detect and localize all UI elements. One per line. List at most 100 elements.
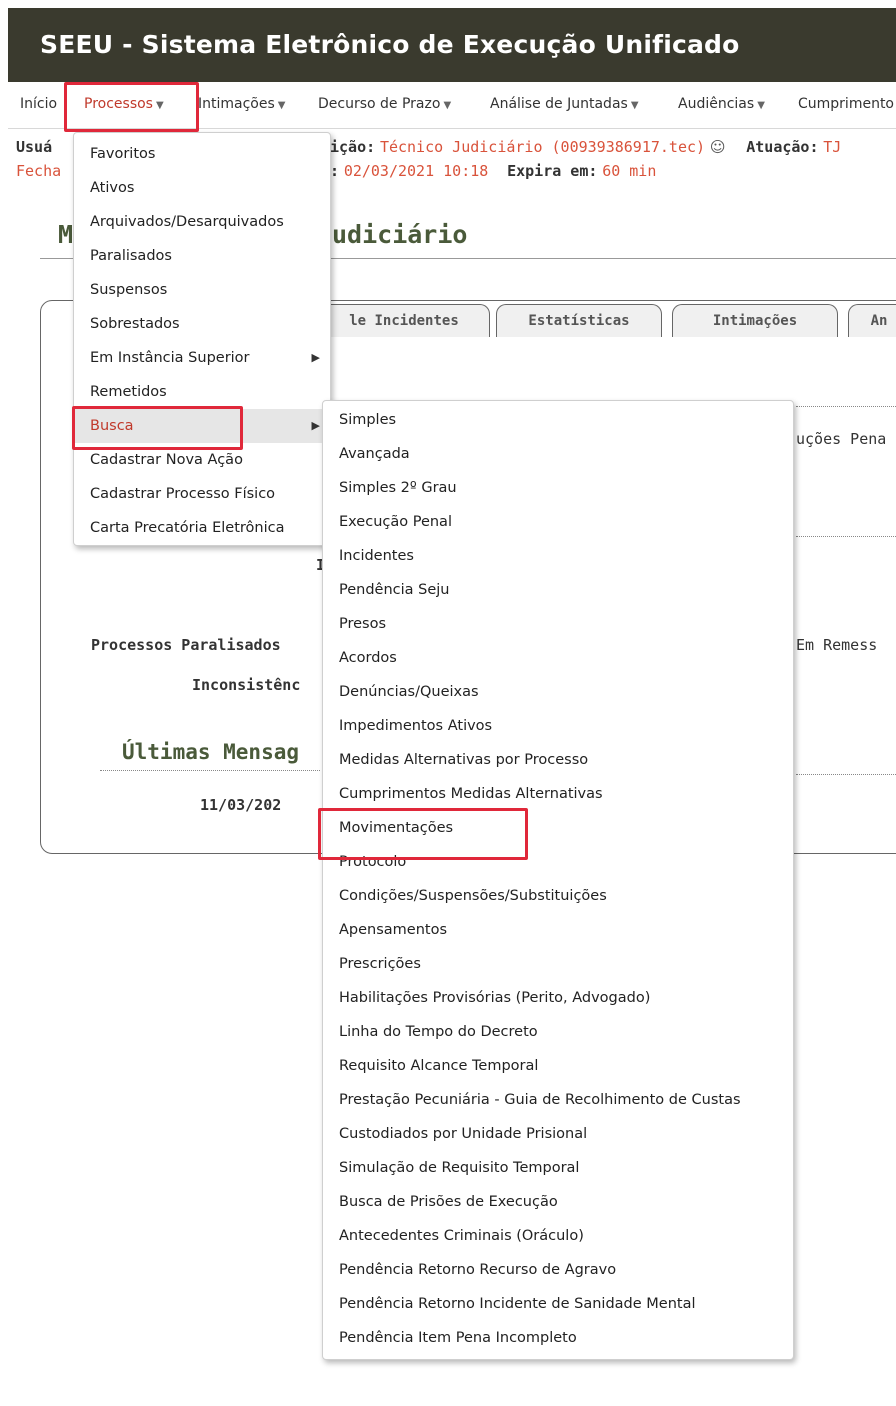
menu-item-cadastrar-nova-acao[interactable]: Cadastrar Nova Ação	[74, 443, 330, 477]
busca-submenu: Simples Avançada Simples 2º Grau Execuçã…	[322, 400, 794, 1360]
submenu-item-label: Cumprimentos Medidas Alternativas	[339, 786, 603, 802]
tab-estatisticas[interactable]: Estatísticas	[496, 304, 662, 337]
divider	[796, 774, 896, 775]
submenu-item-pendencia-agravo[interactable]: Pendência Retorno Recurso de Agravo	[323, 1253, 793, 1287]
divider	[100, 770, 320, 771]
submenu-item-label: Pendência Retorno Incidente de Sanidade …	[339, 1296, 696, 1312]
submenu-item-cumprimentos-medidas[interactable]: Cumprimentos Medidas Alternativas	[323, 777, 793, 811]
menu-item-sobrestados[interactable]: Sobrestados	[74, 307, 330, 341]
divider	[796, 406, 896, 407]
submenu-item-pendencia-seju[interactable]: Pendência Seju	[323, 573, 793, 607]
caret-down-icon: ▼	[443, 100, 452, 111]
menu-item-favoritos[interactable]: Favoritos	[74, 137, 330, 171]
tab-more[interactable]: An	[848, 304, 896, 337]
submenu-item-denuncias[interactable]: Denúncias/Queixas	[323, 675, 793, 709]
nav-inicio[interactable]: Início	[20, 96, 57, 112]
menu-item-label: Carta Precatória Eletrônica	[90, 520, 285, 536]
submenu-item-label: Execução Penal	[339, 514, 452, 530]
submenu-item-apensamentos[interactable]: Apensamentos	[323, 913, 793, 947]
execucoes-label[interactable]: uções Pena	[796, 430, 886, 448]
nav-audiencias[interactable]: Audiências ▼	[678, 96, 765, 112]
ultimas-mensagens-heading: Últimas Mensag	[122, 740, 300, 764]
submenu-item-label: Habilitações Provisórias (Perito, Advoga…	[339, 990, 651, 1006]
role-row: ição: Técnico Judiciário (00939386917.te…	[330, 138, 841, 156]
submenu-item-avancada[interactable]: Avançada	[323, 437, 793, 471]
submenu-item-acordos[interactable]: Acordos	[323, 641, 793, 675]
menu-item-label: Arquivados/Desarquivados	[90, 214, 284, 230]
menu-item-carta-precatoria[interactable]: Carta Precatória Eletrônica	[74, 511, 330, 545]
menu-item-label: Suspensos	[90, 282, 168, 298]
submenu-item-label: Movimentações	[339, 820, 454, 836]
submenu-item-label: Condições/Suspensões/Substituições	[339, 888, 607, 904]
submenu-item-label: Pendência Retorno Recurso de Agravo	[339, 1262, 617, 1278]
submenu-item-pendencia-sanidade[interactable]: Pendência Retorno Incidente de Sanidade …	[323, 1287, 793, 1321]
menu-item-suspensos[interactable]: Suspensos	[74, 273, 330, 307]
menu-item-label: Favoritos	[90, 146, 156, 162]
user-info-row: Usuá	[16, 138, 52, 156]
menu-item-busca[interactable]: Busca ▶	[74, 409, 330, 443]
users-icon[interactable]: ☺	[710, 138, 726, 156]
submenu-item-simulacao-requisito[interactable]: Simulação de Requisito Temporal	[323, 1151, 793, 1185]
submenu-item-pendencia-item-pena[interactable]: Pendência Item Pena Incompleto	[323, 1321, 793, 1355]
inconsistencias-label[interactable]: Inconsistênc	[192, 676, 300, 694]
nav-intimacoes[interactable]: Intimações ▼	[198, 96, 285, 112]
nav-label: Decurso de Prazo	[318, 96, 441, 112]
submenu-item-label: Presos	[339, 616, 387, 632]
menu-item-arquivados[interactable]: Arquivados/Desarquivados	[74, 205, 330, 239]
tab-intimacoes[interactable]: Intimações	[672, 304, 838, 337]
menu-item-instancia-superior[interactable]: Em Instância Superior ▶	[74, 341, 330, 375]
close-session-link[interactable]: Fecha	[16, 162, 61, 180]
submenu-item-condicoes[interactable]: Condições/Suspensões/Substituições	[323, 879, 793, 913]
menu-item-label: Cadastrar Processo Físico	[90, 486, 276, 502]
submenu-item-medidas-alternativas[interactable]: Medidas Alternativas por Processo	[323, 743, 793, 777]
submenu-item-label: Pendência Item Pena Incompleto	[339, 1330, 577, 1346]
submenu-item-label: Busca de Prisões de Execução	[339, 1194, 558, 1210]
em-remessa-label[interactable]: Em Remess	[796, 636, 877, 654]
submenu-item-impedimentos[interactable]: Impedimentos Ativos	[323, 709, 793, 743]
tab-label: Intimações	[712, 313, 798, 329]
submenu-item-label: Pendência Seju	[339, 582, 450, 598]
menu-item-label: Ativos	[90, 180, 135, 196]
submenu-item-label: Denúncias/Queixas	[339, 684, 479, 700]
submenu-item-movimentacoes[interactable]: Movimentações	[323, 811, 793, 845]
submenu-item-antecedentes[interactable]: Antecedentes Criminais (Oráculo)	[323, 1219, 793, 1253]
submenu-item-presos[interactable]: Presos	[323, 607, 793, 641]
submenu-item-label: Protocolo	[339, 854, 407, 870]
nav-label: Início	[20, 96, 58, 112]
caret-down-icon: ▼	[277, 100, 286, 111]
menu-item-paralisados[interactable]: Paralisados	[74, 239, 330, 273]
submenu-item-simples[interactable]: Simples	[323, 403, 793, 437]
submenu-item-simples-2-grau[interactable]: Simples 2º Grau	[323, 471, 793, 505]
submenu-item-incidentes[interactable]: Incidentes	[323, 539, 793, 573]
top-strip	[0, 0, 896, 8]
submenu-item-label: Avançada	[339, 446, 410, 462]
submenu-item-busca-prisoes[interactable]: Busca de Prisões de Execução	[323, 1185, 793, 1219]
expires-value: 60 min	[602, 162, 657, 180]
submenu-item-requisito-alcance[interactable]: Requisito Alcance Temporal	[323, 1049, 793, 1083]
message-date: 11/03/202	[200, 796, 282, 814]
processos-paralisados-label[interactable]: Processos Paralisados	[91, 636, 281, 654]
submenu-item-habilitacoes[interactable]: Habilitações Provisórias (Perito, Advoga…	[323, 981, 793, 1015]
submenu-item-execucao-penal[interactable]: Execução Penal	[323, 505, 793, 539]
nav-analise-juntadas[interactable]: Análise de Juntadas ▼	[490, 96, 639, 112]
tab-incidentes[interactable]: le Incidentes	[318, 304, 490, 337]
submenu-item-custodiados[interactable]: Custodiados por Unidade Prisional	[323, 1117, 793, 1151]
submenu-item-label: Linha do Tempo do Decreto	[339, 1024, 538, 1040]
menu-item-cadastrar-processo-fisico[interactable]: Cadastrar Processo Físico	[74, 477, 330, 511]
menu-item-remetidos[interactable]: Remetidos	[74, 375, 330, 409]
submenu-item-label: Prescrições	[339, 956, 421, 972]
nav-decurso-prazo[interactable]: Decurso de Prazo ▼	[318, 96, 451, 112]
submenu-item-linha-tempo-decreto[interactable]: Linha do Tempo do Decreto	[323, 1015, 793, 1049]
tab-label: An	[870, 313, 888, 329]
tab-label: Estatísticas	[528, 313, 630, 329]
submenu-item-prescricoes[interactable]: Prescrições	[323, 947, 793, 981]
submenu-item-label: Simulação de Requisito Temporal	[339, 1160, 580, 1176]
menu-item-ativos[interactable]: Ativos	[74, 171, 330, 205]
role-value[interactable]: Técnico Judiciário (00939386917.tec)	[380, 138, 705, 156]
nav-label: Intimações	[198, 96, 275, 112]
nav-cumprimento[interactable]: Cumprimento	[798, 96, 894, 112]
submenu-item-prestacao-pecuniaria[interactable]: Prestação Pecuniária - Guia de Recolhime…	[323, 1083, 793, 1117]
submenu-item-protocolo[interactable]: Protocolo	[323, 845, 793, 879]
nav-processos[interactable]: Processos ▼	[84, 96, 164, 112]
divider	[796, 536, 896, 537]
